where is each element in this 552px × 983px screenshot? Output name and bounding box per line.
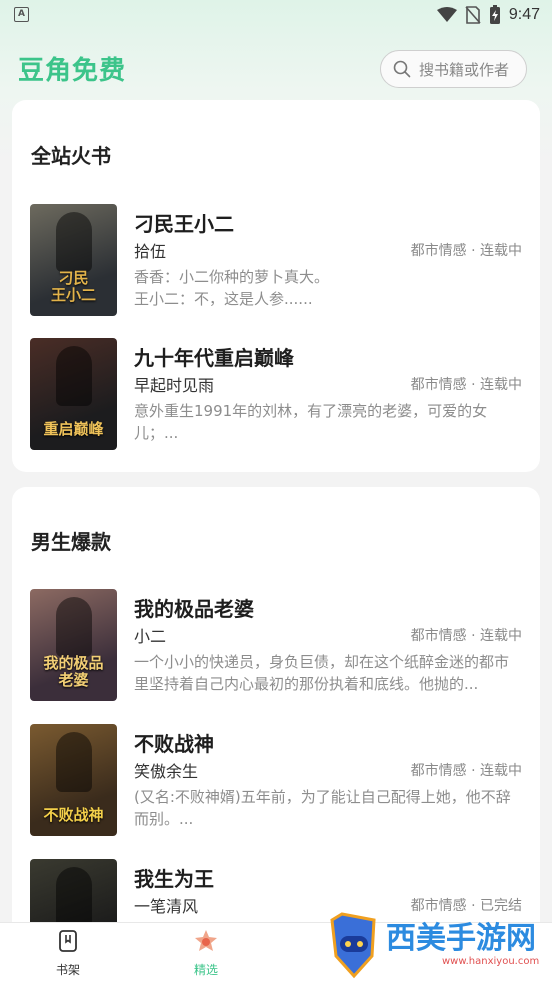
cover-title-art: 刁民 王小二 (50, 269, 96, 304)
book-meta: 都市情感 · 连载中 (410, 243, 522, 259)
svg-text:www.hanxiyou.com: www.hanxiyou.com (442, 956, 539, 967)
book-item[interactable]: 不败战神 不败战神 笑傲余生 都市情感 · 连载中 (又名:不败神婿)五年前，为… (12, 724, 540, 836)
book-meta: 都市情感 · 连载中 (410, 763, 522, 779)
nav-bookshelf[interactable]: 书架 (33, 929, 103, 978)
book-title: 不败战神 (134, 732, 214, 756)
cover-figure (56, 867, 92, 927)
cover-figure (56, 346, 92, 406)
section-title: 全站火书 (31, 144, 111, 168)
section-title: 男生爆款 (31, 530, 111, 554)
section-card-hot: 全站火书 刁民 王小二 刁民王小二 拾伍 都市情感 · 连载中 香香：小二你种的… (12, 100, 540, 472)
cover-title-art: 重启巅峰 (43, 420, 104, 438)
nav-label: 书架 (55, 963, 80, 977)
cover-figure (56, 732, 92, 792)
cover-figure (56, 597, 92, 657)
book-cover: 不败战神 (30, 724, 117, 836)
book-title: 刁民王小二 (134, 212, 234, 236)
nav-label: 精选 (193, 963, 218, 977)
cover-figure (56, 212, 92, 272)
book-author: 拾伍 (134, 242, 167, 261)
site-watermark-logo: 西美手游网 www.hanxiyou.com (330, 912, 539, 979)
book-desc: 意外重生1991年的刘林，有了漂亮的老婆，可爱的女儿；... (134, 402, 488, 442)
book-desc: 一个小小的快递员，身负巨债，却在这个纸醉金迷的都市里坚持着自己内心最初的那份执着… (134, 653, 510, 693)
book-meta: 都市情感 · 连载中 (410, 377, 522, 393)
book-title: 九十年代重启巅峰 (134, 346, 294, 370)
book-author: 小二 (134, 627, 167, 646)
section-card-male: 男生爆款 我的极品 老婆 我的极品老婆 小二 都市情感 · 连载中 一个小小的快… (12, 487, 540, 971)
search-input[interactable]: 搜书籍或作者 (380, 50, 527, 88)
book-author: 一笔清风 (134, 897, 199, 916)
search-placeholder: 搜书籍或作者 (419, 60, 510, 79)
bookshelf-icon (59, 930, 77, 952)
book-author: 笑傲余生 (134, 762, 199, 781)
book-desc: (又名:不败神婿)五年前，为了能让自己配得上她，他不辞而别。... (134, 788, 511, 828)
status-icons: 9:47 (436, 4, 540, 26)
cover-title-art: 我的极品 老婆 (43, 654, 104, 689)
book-cover: 我的极品 老婆 (30, 589, 117, 701)
notification-badge: A (14, 7, 29, 22)
book-item[interactable]: 我的极品 老婆 我的极品老婆 小二 都市情感 · 连载中 一个小小的快递员，身负… (12, 589, 540, 701)
app-title: 豆角免费 (18, 56, 127, 86)
book-cover: 重启巅峰 (30, 338, 117, 450)
no-sim-icon (465, 6, 481, 24)
book-desc: 香香：小二你种的萝卜真大。 王小二：不，这是人参...... (134, 268, 330, 308)
clock: 9:47 (508, 6, 540, 23)
wifi-icon (436, 7, 457, 22)
book-title: 我的极品老婆 (134, 597, 254, 621)
battery-charging-icon (489, 5, 500, 24)
book-item[interactable]: 刁民 王小二 刁民王小二 拾伍 都市情感 · 连载中 香香：小二你种的萝卜真大。… (12, 204, 540, 316)
featured-icon (195, 930, 217, 951)
cover-title-art: 不败战神 (43, 806, 104, 824)
nav-featured[interactable]: 精选 (171, 929, 241, 978)
status-bar: A 9:47 (0, 0, 552, 30)
search-icon (393, 60, 411, 78)
header: 豆角免费 搜书籍或作者 (0, 44, 552, 96)
book-author: 早起时见雨 (134, 376, 215, 395)
book-meta: 都市情感 · 连载中 (410, 628, 522, 644)
book-item[interactable]: 重启巅峰 九十年代重启巅峰 早起时见雨 都市情感 · 连载中 意外重生1991年… (12, 338, 540, 450)
book-cover: 刁民 王小二 (30, 204, 117, 316)
book-title: 我生为王 (134, 867, 214, 891)
svg-text:西美手游网: 西美手游网 (386, 921, 536, 956)
